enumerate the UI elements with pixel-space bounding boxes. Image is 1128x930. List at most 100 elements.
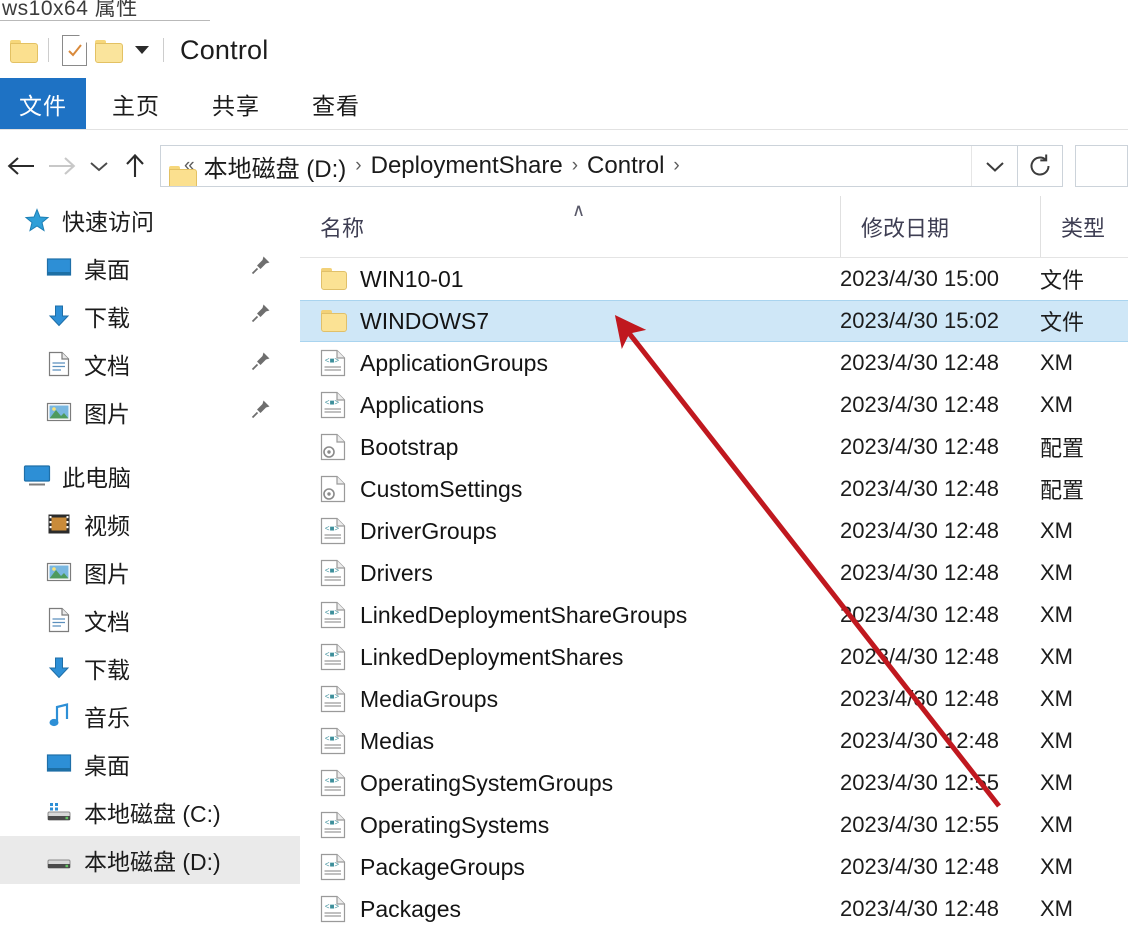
file-type-cell: XM xyxy=(1040,644,1073,669)
table-row[interactable]: <■> LinkedDeploymentShareGroups 2023/4/30 … xyxy=(300,594,1128,636)
search-input[interactable] xyxy=(1075,145,1128,187)
back-button[interactable] xyxy=(0,144,41,188)
tab-share[interactable]: 共享 xyxy=(186,78,286,130)
sidebar-item-pictures-qa[interactable]: 图片 xyxy=(0,388,300,436)
sidebar-item-desktop-qa[interactable]: 桌面 xyxy=(0,244,300,292)
table-row[interactable]: WIN10-01 2023/4/30 15:00 文件 xyxy=(300,258,1128,300)
address-history-button[interactable] xyxy=(971,146,1017,186)
table-row[interactable]: <■> MediaGroups 2023/4/30 12:48 XM xyxy=(300,678,1128,720)
table-row[interactable]: <■> DriverGroups 2023/4/30 12:48 XM xyxy=(300,510,1128,552)
tab-file[interactable]: 文件 xyxy=(0,78,86,130)
file-type-cell: XM xyxy=(1040,686,1073,711)
file-name-cell: Bootstrap xyxy=(300,433,840,461)
table-row[interactable]: <■> Medias 2023/4/30 12:48 XM xyxy=(300,720,1128,762)
breadcrumb-deploymentshare[interactable]: DeploymentShare xyxy=(371,152,563,180)
toolbar-divider-2 xyxy=(163,38,164,62)
sidebar-item-videos[interactable]: 视频 xyxy=(0,500,300,548)
svg-text:<■>: <■> xyxy=(325,692,340,701)
file-type-cell: XM xyxy=(1040,812,1073,837)
svg-text:<■>: <■> xyxy=(325,398,340,407)
sidebar-label: 音乐 xyxy=(84,705,130,731)
breadcrumb-control[interactable]: Control xyxy=(587,152,664,180)
column-header-date[interactable]: 修改日期 xyxy=(840,196,1040,258)
xml-icon: <■> xyxy=(320,601,348,629)
breadcrumb-drive-d[interactable]: 本地磁盘 (D:) xyxy=(204,149,347,184)
tab-home[interactable]: 主页 xyxy=(86,78,186,130)
file-type-cell: XM xyxy=(1040,602,1073,627)
sidebar-item-pictures[interactable]: 图片 xyxy=(0,548,300,596)
file-name-label: OperatingSystemGroups xyxy=(360,769,614,796)
properties-icon[interactable] xyxy=(57,31,91,69)
sidebar-item-documents-qa[interactable]: 文档 xyxy=(0,340,300,388)
refresh-button[interactable] xyxy=(1018,145,1064,187)
forward-button[interactable] xyxy=(41,144,82,188)
file-date-cell: 2023/4/30 12:48 xyxy=(840,434,1000,459)
chevron-down-icon[interactable] xyxy=(125,31,155,69)
file-date-cell: 2023/4/30 12:48 xyxy=(840,518,1000,543)
address-path-box[interactable]: « 本地磁盘 (D:) › DeploymentShare › Control … xyxy=(160,145,1019,187)
file-type-cell: 文件 xyxy=(1040,310,1085,335)
table-row[interactable]: <■> PackageGroups 2023/4/30 12:48 XM xyxy=(300,846,1128,888)
sidebar-item-downloads[interactable]: 下载 xyxy=(0,644,300,692)
sidebar-item-documents[interactable]: 文档 xyxy=(0,596,300,644)
navigation-pane: 快速访问 桌面 下载 文档 图片 此电脑 视频 图片 文档 下载 音乐 桌面 本… xyxy=(0,196,300,930)
file-explorer-window: ws10x64 属性 Control 文件 主页 共享 查看 « 本地磁盘 (D… xyxy=(0,0,1128,930)
table-row[interactable]: <■> OperatingSystemGroups 2023/4/30 12:55 X… xyxy=(300,762,1128,804)
sidebar-item-desktop[interactable]: 桌面 xyxy=(0,740,300,788)
file-date-cell: 2023/4/30 15:00 xyxy=(840,266,1000,291)
title-bar: Control xyxy=(0,22,1128,78)
tab-view[interactable]: 查看 xyxy=(286,78,386,130)
file-date-cell: 2023/4/30 12:48 xyxy=(840,686,1000,711)
sidebar-label: 此电脑 xyxy=(62,465,131,491)
table-row[interactable]: <■> Applications 2023/4/30 12:48 XM xyxy=(300,384,1128,426)
table-row[interactable]: <■> ApplicationGroups 2023/4/30 12:48 XM xyxy=(300,342,1128,384)
pin-icon[interactable] xyxy=(250,350,272,378)
file-date-cell: 2023/4/30 12:55 xyxy=(840,770,1000,795)
desktop-icon xyxy=(44,253,74,283)
drive-icon xyxy=(44,845,74,875)
up-button[interactable] xyxy=(115,144,156,188)
file-date-cell: 2023/4/30 12:55 xyxy=(840,812,1000,837)
music-icon xyxy=(44,701,74,731)
column-header-type[interactable]: 类型 xyxy=(1040,196,1128,258)
table-row[interactable]: Bootstrap 2023/4/30 12:48 配置 xyxy=(300,426,1128,468)
pin-icon[interactable] xyxy=(250,398,272,426)
sidebar-item-downloads-qa[interactable]: 下载 xyxy=(0,292,300,340)
table-row[interactable]: <■> Packages 2023/4/30 12:48 XM xyxy=(300,888,1128,930)
file-date-cell: 2023/4/30 12:48 xyxy=(840,602,1000,627)
folder-icon[interactable] xyxy=(6,31,40,69)
pin-icon[interactable] xyxy=(250,254,272,282)
xml-icon: <■> xyxy=(320,349,348,377)
sidebar-item-music[interactable]: 音乐 xyxy=(0,692,300,740)
breadcrumb-separator-1[interactable]: › xyxy=(355,155,361,177)
file-date-cell: 2023/4/30 12:48 xyxy=(840,644,1000,669)
address-bar: « 本地磁盘 (D:) › DeploymentShare › Control … xyxy=(0,138,1128,194)
recent-locations-button[interactable] xyxy=(83,144,115,188)
chevron-down-icon xyxy=(90,162,108,172)
svg-text:<■>: <■> xyxy=(325,776,340,785)
table-row[interactable]: <■> LinkedDeploymentShares 2023/4/30 12:48… xyxy=(300,636,1128,678)
file-name-label: ApplicationGroups xyxy=(360,349,548,376)
table-row[interactable]: WINDOWS7 2023/4/30 15:02 文件 xyxy=(300,300,1128,342)
sidebar-label: 桌面 xyxy=(84,257,130,283)
table-row[interactable]: <■> Drivers 2023/4/30 12:48 XM xyxy=(300,552,1128,594)
sort-ascending-icon: ∧ xyxy=(572,200,586,220)
sidebar-item-this-pc[interactable]: 此电脑 xyxy=(0,452,300,500)
column-header-name-label: 名称 xyxy=(320,216,365,241)
breadcrumb-separator-3[interactable]: › xyxy=(673,155,679,177)
sidebar-item-drive-d[interactable]: 本地磁盘 (D:) xyxy=(0,836,300,884)
new-folder-icon[interactable] xyxy=(91,31,125,69)
file-name-label: DriverGroups xyxy=(360,517,497,544)
file-name-label: OperatingSystems xyxy=(360,811,550,838)
breadcrumb-separator-2[interactable]: › xyxy=(572,155,578,177)
table-row[interactable]: CustomSettings 2023/4/30 12:48 配置 xyxy=(300,468,1128,510)
xml-icon: <■> xyxy=(320,517,348,545)
sidebar-item-drive-c[interactable]: 本地磁盘 (C:) xyxy=(0,788,300,836)
column-header-name[interactable]: 名称 ∧ xyxy=(300,196,840,258)
file-date-cell: 2023/4/30 12:48 xyxy=(840,854,1000,879)
sidebar-item-quick-access[interactable]: 快速访问 xyxy=(0,196,300,244)
ribbon-tabs: 文件 主页 共享 查看 xyxy=(0,78,1128,130)
table-row[interactable]: <■> OperatingSystems 2023/4/30 12:55 XM xyxy=(300,804,1128,846)
pin-icon[interactable] xyxy=(250,302,272,330)
toolbar-divider xyxy=(48,38,49,62)
